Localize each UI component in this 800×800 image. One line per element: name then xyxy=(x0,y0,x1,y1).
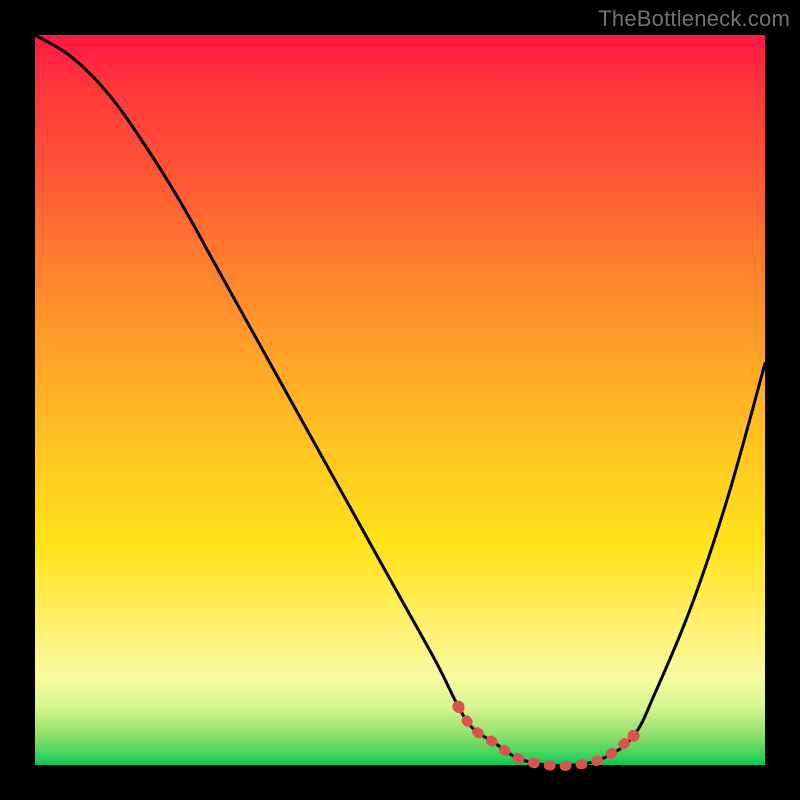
main-curve-path xyxy=(35,35,765,766)
highlight-endpoint-dot xyxy=(628,730,640,742)
plot-area xyxy=(35,35,765,765)
chart-container: TheBottleneck.com xyxy=(0,0,800,800)
chart-svg xyxy=(35,35,765,765)
watermark-text: TheBottleneck.com xyxy=(598,6,790,32)
highlight-endpoint-dot xyxy=(452,701,464,713)
